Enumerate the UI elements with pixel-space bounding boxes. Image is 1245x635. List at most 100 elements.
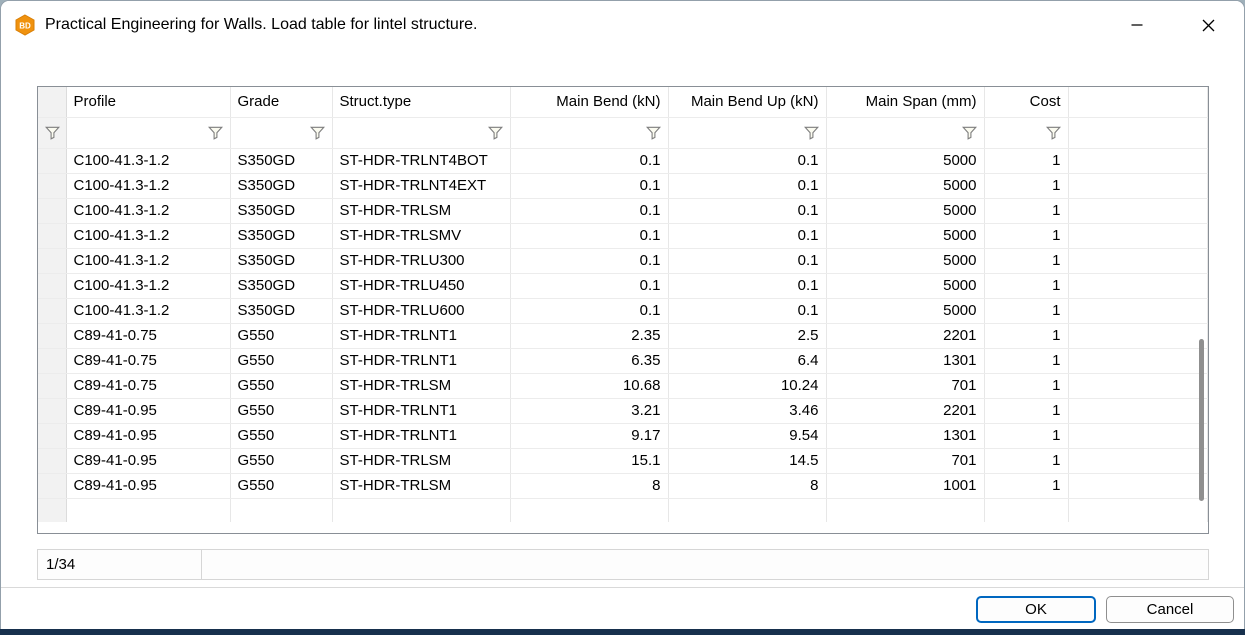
cell-main-bend-kn[interactable]: 0.1 [510,223,668,248]
row-indicator[interactable] [38,148,66,173]
table-row[interactable]: C100-41.3-1.2S350GDST-HDR-TRLSMV0.10.150… [38,223,1208,248]
cell-main-bend-up-kn[interactable]: 0.1 [668,273,826,298]
cell-profile[interactable]: C100-41.3-1.2 [66,248,230,273]
cell-main-bend-up-kn[interactable]: 0.1 [668,173,826,198]
column-header-main-bend-up-kn[interactable]: Main Bend Up (kN) [668,87,826,117]
row-indicator[interactable] [38,173,66,198]
scrollbar-thumb[interactable] [1199,339,1204,501]
column-header-struct-type[interactable]: Struct.type [332,87,510,117]
table-row[interactable]: C100-41.3-1.2S350GDST-HDR-TRLU6000.10.15… [38,298,1208,323]
cell-struct-type[interactable]: ST-HDR-TRLNT1 [332,423,510,448]
table-row[interactable]: C89-41-0.75G550ST-HDR-TRLSM10.6810.24701… [38,373,1208,398]
cell-grade[interactable]: G550 [230,323,332,348]
cell-main-bend-kn[interactable]: 0.1 [510,298,668,323]
cell-main-bend-kn[interactable]: 0.1 [510,198,668,223]
cell-cost[interactable]: 1 [984,248,1068,273]
cell-cost[interactable]: 1 [984,448,1068,473]
cell-grade[interactable]: S350GD [230,148,332,173]
cell-main-bend-kn[interactable]: 0.1 [510,173,668,198]
vertical-scrollbar[interactable] [1194,87,1208,533]
cell-struct-type[interactable]: ST-HDR-TRLNT1 [332,348,510,373]
cell-main-bend-up-kn[interactable]: 0.1 [668,298,826,323]
column-header-main-span-mm[interactable]: Main Span (mm) [826,87,984,117]
cell-main-bend-up-kn[interactable]: 0.1 [668,148,826,173]
cell-main-span-mm[interactable]: 5000 [826,273,984,298]
cell-profile[interactable]: C100-41.3-1.2 [66,148,230,173]
table-row[interactable]: C89-41-0.95G550ST-HDR-TRLNT13.213.462201… [38,398,1208,423]
row-indicator[interactable] [38,223,66,248]
cell-main-span-mm[interactable]: 5000 [826,298,984,323]
cell-grade[interactable]: G550 [230,373,332,398]
row-indicator[interactable] [38,323,66,348]
table-row[interactable]: C100-41.3-1.2S350GDST-HDR-TRLSM0.10.1500… [38,198,1208,223]
cell-main-span-mm[interactable]: 5000 [826,173,984,198]
table-row[interactable]: C89-41-0.75G550ST-HDR-TRLNT16.356.413011 [38,348,1208,373]
cell-struct-type[interactable]: ST-HDR-TRLSMV [332,223,510,248]
cell-struct-type[interactable]: ST-HDR-TRLSM [332,473,510,498]
table-row[interactable]: C89-41-0.75G550ST-HDR-TRLNT12.352.522011 [38,323,1208,348]
cell-main-bend-kn[interactable]: 8 [510,473,668,498]
filter-funnel-icon[interactable] [488,126,503,140]
row-indicator[interactable] [38,448,66,473]
filter-cell-grade[interactable] [230,117,332,148]
filter-cell-rowheader[interactable] [38,117,66,148]
row-indicator[interactable] [38,373,66,398]
cell-main-bend-up-kn[interactable]: 6.4 [668,348,826,373]
column-header-profile[interactable]: Profile [66,87,230,117]
filter-funnel-icon[interactable] [310,126,325,140]
cell-grade[interactable]: S350GD [230,223,332,248]
cell-cost[interactable]: 1 [984,473,1068,498]
cell-main-bend-up-kn[interactable]: 10.24 [668,373,826,398]
cell-main-span-mm[interactable]: 1301 [826,423,984,448]
filter-funnel-icon[interactable] [962,126,977,140]
cell-profile[interactable]: C89-41-0.95 [66,473,230,498]
cell-grade[interactable]: S350GD [230,173,332,198]
cell-main-bend-kn[interactable]: 10.68 [510,373,668,398]
column-header-main-bend-kn[interactable]: Main Bend (kN) [510,87,668,117]
cell-main-bend-kn[interactable]: 2.35 [510,323,668,348]
cell-grade[interactable]: G550 [230,448,332,473]
table-row[interactable]: C100-41.3-1.2S350GDST-HDR-TRLNT4EXT0.10.… [38,173,1208,198]
cell-struct-type[interactable]: ST-HDR-TRLNT1 [332,398,510,423]
cell-main-span-mm[interactable]: 5000 [826,198,984,223]
cancel-button[interactable]: Cancel [1106,596,1234,623]
table-row[interactable]: C100-41.3-1.2S350GDST-HDR-TRLU4500.10.15… [38,273,1208,298]
cell-struct-type[interactable]: ST-HDR-TRLU600 [332,298,510,323]
cell-main-span-mm[interactable]: 1001 [826,473,984,498]
filter-funnel-icon[interactable] [1046,126,1061,140]
column-header-grade[interactable]: Grade [230,87,332,117]
cell-main-bend-kn[interactable]: 3.21 [510,398,668,423]
cell-profile[interactable]: C100-41.3-1.2 [66,298,230,323]
cell-main-bend-up-kn[interactable]: 2.5 [668,323,826,348]
filter-funnel-icon[interactable] [646,126,661,140]
cell-profile[interactable]: C89-41-0.75 [66,373,230,398]
filter-cell-main-span-mm[interactable] [826,117,984,148]
minimize-button[interactable] [1114,1,1160,49]
row-indicator[interactable] [38,298,66,323]
cell-grade[interactable]: S350GD [230,298,332,323]
cell-main-bend-up-kn[interactable]: 9.54 [668,423,826,448]
close-button[interactable] [1185,1,1231,49]
row-indicator[interactable] [38,423,66,448]
cell-profile[interactable]: C89-41-0.75 [66,323,230,348]
cell-cost[interactable]: 1 [984,348,1068,373]
cell-main-bend-up-kn[interactable]: 0.1 [668,223,826,248]
filter-cell-main-bend-kn[interactable] [510,117,668,148]
cell-profile[interactable]: C89-41-0.75 [66,348,230,373]
ok-button[interactable]: OK [976,596,1096,623]
cell-main-span-mm[interactable]: 1301 [826,348,984,373]
cell-main-span-mm[interactable]: 2201 [826,323,984,348]
cell-profile[interactable]: C100-41.3-1.2 [66,273,230,298]
cell-main-bend-kn[interactable]: 0.1 [510,273,668,298]
cell-profile[interactable]: C89-41-0.95 [66,423,230,448]
row-indicator[interactable] [38,348,66,373]
cell-main-bend-kn[interactable]: 15.1 [510,448,668,473]
row-indicator[interactable] [38,198,66,223]
column-header-cost[interactable]: Cost [984,87,1068,117]
filter-cell-main-bend-up-kn[interactable] [668,117,826,148]
cell-struct-type[interactable]: ST-HDR-TRLNT4EXT [332,173,510,198]
cell-main-span-mm[interactable]: 5000 [826,223,984,248]
table-row[interactable]: C89-41-0.95G550ST-HDR-TRLNT19.179.541301… [38,423,1208,448]
cell-main-bend-up-kn[interactable]: 0.1 [668,248,826,273]
cell-main-bend-up-kn[interactable]: 3.46 [668,398,826,423]
